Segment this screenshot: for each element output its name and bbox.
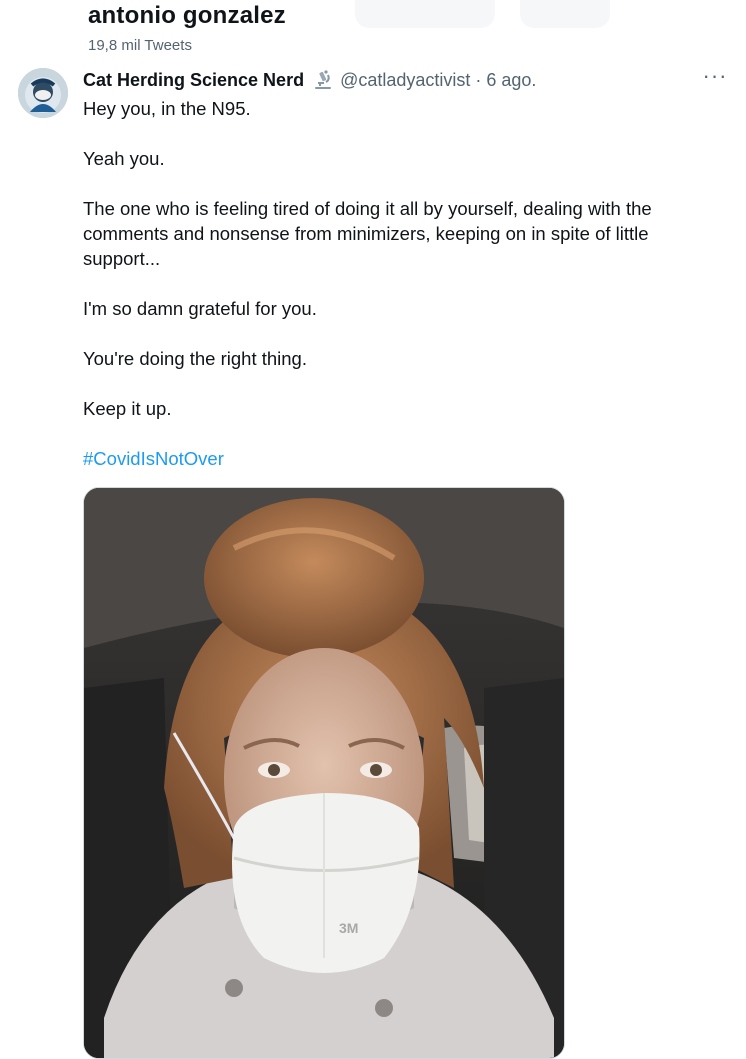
profile-top-bar: antonio gonzalez 19,8 mil Tweets [0, 0, 746, 64]
tweet-photo[interactable]: 3M [83, 487, 565, 1059]
header-tab-ghost [355, 0, 495, 28]
more-options-icon[interactable]: ··· [700, 65, 730, 92]
tweet-line: I'm so damn grateful for you. [83, 298, 317, 319]
profile-tweet-count: 19,8 mil Tweets [88, 37, 192, 54]
profile-name: antonio gonzalez [88, 2, 286, 29]
tweet-timestamp[interactable]: 6 ago. [486, 70, 536, 91]
microscope-icon [312, 69, 334, 91]
tweet-text: Hey you, in the N95. Yeah you. The one w… [83, 96, 703, 496]
mask-brand-label: 3M [339, 920, 358, 936]
selfie-photo: 3M [84, 488, 564, 1058]
header-tab-ghost [520, 0, 610, 28]
tweet-line: Hey you, in the N95. [83, 98, 251, 119]
tweet-line: Yeah you. [83, 148, 165, 169]
author-name[interactable]: Cat Herding Science Nerd [83, 70, 304, 91]
hashtag-link[interactable]: #CovidIsNotOver [83, 448, 224, 469]
tweet-line: The one who is feeling tired of doing it… [83, 198, 652, 269]
avatar[interactable] [18, 68, 68, 118]
author-handle[interactable]: @catladyactivist [340, 70, 470, 91]
header-separator: · [475, 69, 482, 90]
avatar-image [18, 68, 68, 118]
tweet-line: You're doing the right thing. [83, 348, 307, 369]
tweet-header: Cat Herding Science Nerd @catladyactivis… [83, 69, 536, 91]
header-divider [0, 56, 746, 64]
tweet-line: Keep it up. [83, 398, 172, 419]
